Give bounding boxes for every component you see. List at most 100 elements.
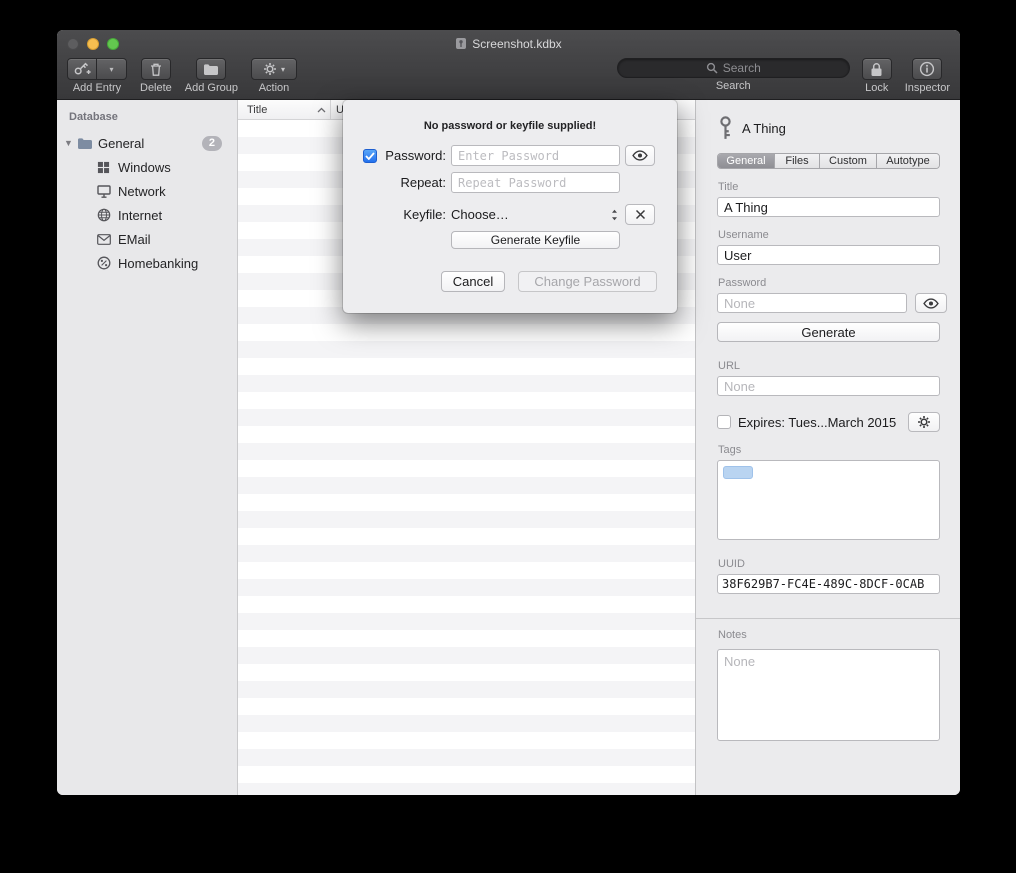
expires-settings-button[interactable] <box>908 412 940 432</box>
sidebar: Database ▼ General 2 Windows Network <box>57 100 237 795</box>
entry-title: A Thing <box>742 121 786 136</box>
lock-button[interactable] <box>862 58 892 80</box>
delete-button[interactable] <box>141 58 171 80</box>
url-field[interactable] <box>717 376 940 396</box>
password-checkbox[interactable] <box>363 149 377 163</box>
window-title-text: Screenshot.kdbx <box>472 37 561 51</box>
delete-label: Delete <box>140 83 172 94</box>
sidebar-item-network[interactable]: Network <box>57 179 237 203</box>
sidebar-item-windows[interactable]: Windows <box>57 155 237 179</box>
sidebar-item-homebanking[interactable]: Homebanking <box>57 251 237 275</box>
dialog-repeat-label: Repeat: <box>384 175 446 190</box>
popup-arrows-icon <box>611 209 618 221</box>
gear-icon <box>917 415 931 429</box>
reveal-password-button[interactable] <box>915 293 947 313</box>
column-title-label: Title <box>247 104 267 116</box>
title-field-label: Title <box>718 181 940 193</box>
action-button[interactable]: ▾ <box>251 58 297 80</box>
tags-field[interactable] <box>717 460 940 540</box>
sidebar-item-general[interactable]: ▼ General 2 <box>57 131 237 155</box>
chevron-down-icon: ▾ <box>281 65 285 74</box>
add-group-button[interactable] <box>196 58 226 80</box>
group-label: Homebanking <box>118 256 198 271</box>
zoom-button[interactable] <box>107 38 119 50</box>
dialog-warning-message: No password or keyfile supplied! <box>343 120 677 132</box>
cancel-button[interactable]: Cancel <box>441 271 505 292</box>
tags-label: Tags <box>718 444 940 456</box>
uuid-label: UUID <box>718 558 940 570</box>
lock-tool: Lock <box>862 58 892 94</box>
generate-keyfile-button[interactable]: Generate Keyfile <box>451 231 620 249</box>
search-input[interactable]: Search <box>617 58 850 78</box>
action-label: Action <box>259 83 290 94</box>
uuid-field[interactable] <box>717 574 940 594</box>
username-field[interactable] <box>717 245 940 265</box>
dialog-password-label: Password: <box>384 148 446 163</box>
percent-coin-icon <box>96 256 111 270</box>
dialog-password-input[interactable] <box>451 145 620 166</box>
clear-keyfile-button[interactable] <box>625 204 655 225</box>
tab-custom[interactable]: Custom <box>820 154 877 168</box>
globe-icon <box>96 208 111 222</box>
minimize-button[interactable] <box>87 38 99 50</box>
envelope-icon <box>96 234 111 245</box>
chevron-down-icon: ▾ <box>109 65 113 74</box>
group-label: Internet <box>118 208 162 223</box>
eye-icon <box>632 150 648 161</box>
tab-files[interactable]: Files <box>775 154 820 168</box>
search-icon <box>706 62 718 74</box>
group-label: General <box>98 136 144 151</box>
dialog-repeat-input[interactable] <box>451 172 620 193</box>
traffic-lights <box>67 38 119 50</box>
tag-chip[interactable] <box>723 466 753 479</box>
change-password-dialog: No password or keyfile supplied! Passwor… <box>343 100 677 313</box>
entry-count-badge: 2 <box>202 136 222 151</box>
tab-general[interactable]: General <box>718 154 775 168</box>
folder-icon <box>77 137 93 150</box>
expires-label: Expires: Tues...March 2015 <box>738 415 901 430</box>
close-button[interactable] <box>67 38 79 50</box>
tab-autotype[interactable]: Autotype <box>877 154 939 168</box>
close-icon <box>635 209 646 220</box>
info-icon <box>919 61 935 77</box>
keyfile-popup[interactable]: Choose… <box>451 204 620 225</box>
expires-checkbox[interactable] <box>717 415 731 429</box>
windows-icon <box>96 161 111 174</box>
search-tool: Search Search <box>617 58 850 92</box>
title-field[interactable] <box>717 197 940 217</box>
column-header-username[interactable]: U <box>331 104 344 116</box>
search-placeholder: Search <box>723 61 761 75</box>
change-password-button[interactable]: Change Password <box>518 271 657 292</box>
add-entry-button[interactable] <box>67 58 97 80</box>
titlebar[interactable]: Screenshot.kdbx <box>57 30 960 57</box>
sort-ascending-icon <box>317 107 326 113</box>
password-field[interactable] <box>717 293 907 313</box>
notes-label: Notes <box>718 629 940 641</box>
window-title: Screenshot.kdbx <box>455 37 561 51</box>
add-entry-dropdown-button[interactable]: ▾ <box>97 58 127 80</box>
dialog-reveal-password-button[interactable] <box>625 145 655 166</box>
toolbar: ▾ Add Entry Delete Add Group <box>57 57 960 100</box>
inspector-tabs: General Files Custom Autotype <box>717 153 940 169</box>
key-plus-icon <box>74 62 91 76</box>
network-icon <box>96 185 111 198</box>
window-chrome: Screenshot.kdbx ▾ Add Entry <box>57 30 960 100</box>
generate-password-button[interactable]: Generate <box>717 322 940 342</box>
sidebar-section-header: Database <box>57 109 237 131</box>
sidebar-item-email[interactable]: EMail <box>57 227 237 251</box>
eye-icon <box>923 298 939 309</box>
dialog-keyfile-label: Keyfile: <box>384 207 446 222</box>
search-label: Search <box>716 81 751 92</box>
inspector-header: A Thing <box>719 115 940 141</box>
trash-icon <box>149 62 163 77</box>
keyfile-popup-value: Choose… <box>451 207 509 222</box>
disclosure-triangle-icon[interactable]: ▼ <box>64 138 77 148</box>
add-group-label: Add Group <box>185 83 238 94</box>
inspector-button[interactable] <box>912 58 942 80</box>
add-entry-tool: ▾ Add Entry <box>67 58 127 94</box>
app-window: Screenshot.kdbx ▾ Add Entry <box>57 30 960 795</box>
notes-field[interactable] <box>717 649 940 741</box>
sidebar-item-internet[interactable]: Internet <box>57 203 237 227</box>
add-entry-label: Add Entry <box>73 83 121 94</box>
column-header-title[interactable]: Title <box>238 100 331 119</box>
